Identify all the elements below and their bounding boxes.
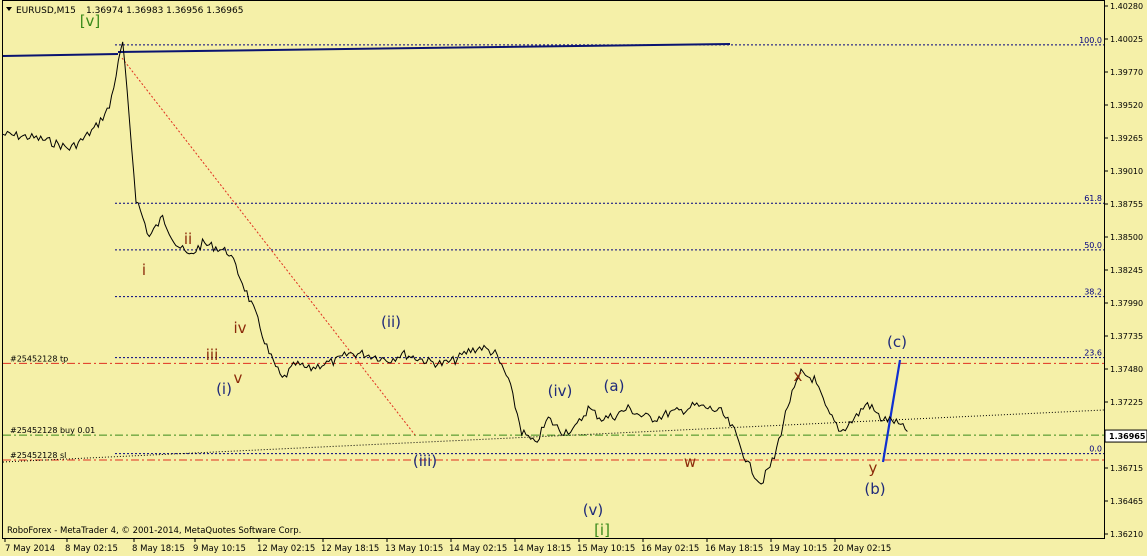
wave-label-4: iv [233, 319, 246, 337]
wave-label-6: (i) [216, 380, 232, 398]
time-tick-label-9: 15 May 10:15 [577, 544, 635, 554]
time-tick-label-3: 9 May 10:15 [193, 544, 246, 554]
symbol-header: EURUSD,M15 1.36974 1.36983 1.36956 1.369… [6, 6, 243, 16]
wave-label-13: w [684, 453, 696, 471]
order-label-2: #25452128 sl [10, 451, 66, 460]
price-tick-label-16: 1.36210 [1110, 530, 1143, 539]
fib-label-3: 38.2 [1084, 288, 1102, 297]
time-tick-label-11: 16 May 18:15 [705, 544, 763, 554]
order-label-1: #25452128 buy 0.01 [10, 426, 95, 435]
fib-label-4: 23.6 [1084, 349, 1102, 358]
price-tick-label-6: 1.38755 [1110, 200, 1143, 209]
time-tick-label-12: 19 May 10:15 [769, 544, 827, 554]
time-tick-label-10: 16 May 02:15 [641, 544, 699, 554]
price-tick-label-2: 1.39770 [1110, 68, 1143, 77]
price-tick-label-15: 1.36465 [1110, 497, 1143, 506]
wave-label-1: i [142, 261, 146, 279]
time-tick-label-2: 8 May 18:15 [132, 544, 185, 554]
time-tick-label-13: 20 May 02:15 [833, 544, 891, 554]
copyright-footer: RoboForex - MetaTrader 4, © 2001-2014, M… [7, 526, 301, 536]
price-tick-label-8: 1.38245 [1110, 266, 1143, 275]
price-tick-label-10: 1.37735 [1110, 332, 1143, 341]
time-tick-label-6: 13 May 10:15 [385, 544, 443, 554]
wave-label-5: v [234, 369, 243, 387]
wave-label-8: (iii) [413, 452, 437, 470]
time-tick-label-4: 12 May 02:15 [257, 544, 315, 554]
wave-label-2: ii [184, 230, 192, 248]
wave-label-3: iii [206, 346, 219, 364]
time-tick-label-1: 8 May 02:15 [65, 544, 118, 554]
price-tick-label-3: 1.39520 [1110, 101, 1143, 110]
chart-background [0, 0, 1147, 556]
price-tick-label-11: 1.37480 [1110, 365, 1143, 374]
fib-label-5: 0.0 [1089, 445, 1102, 454]
price-tick-label-1: 1.40025 [1110, 35, 1143, 44]
price-tick-label-4: 1.39265 [1110, 134, 1143, 143]
price-tick-label-14: 1.36715 [1110, 464, 1143, 473]
wave-label-7: (ii) [381, 313, 401, 331]
wave-label-11: [i] [594, 521, 610, 539]
wave-label-9: (iv) [548, 382, 573, 400]
price-tick-label-5: 1.39010 [1110, 167, 1143, 176]
fib-label-0: 100.0 [1079, 36, 1102, 45]
wave-label-14: x [794, 367, 803, 385]
time-tick-label-8: 14 May 18:15 [513, 544, 571, 554]
fib-label-1: 61.8 [1084, 194, 1102, 203]
symbol-title: EURUSD,M15 [16, 6, 76, 16]
price-tick-label-7: 1.38500 [1110, 233, 1143, 242]
wave-label-16: (b) [864, 480, 885, 498]
ohlc-values: 1.36974 1.36983 1.36956 1.36965 [86, 6, 243, 16]
order-label-0: #25452128 tp [10, 354, 68, 363]
price-tick-label-12: 1.37225 [1110, 398, 1143, 407]
time-tick-label-5: 12 May 18:15 [321, 544, 379, 554]
fib-label-2: 50.0 [1084, 241, 1102, 250]
wave-label-10: (v) [583, 501, 604, 519]
price-tick-label-9: 1.37990 [1110, 299, 1143, 308]
price-tick-label-0: 1.40280 [1110, 2, 1143, 11]
current-price-label: 1.36965 [1109, 432, 1146, 441]
wave-label-17: (c) [887, 333, 907, 351]
wave-label-12: (a) [604, 377, 625, 395]
time-tick-label-7: 14 May 02:15 [449, 544, 507, 554]
time-tick-label-0: 7 May 2014 [5, 544, 55, 554]
wave-label-15: y [869, 459, 878, 477]
price-chart[interactable]: 100.0 61.8 50.0 38.2 23.6 0.0 #25452128 tp #25… [0, 0, 1147, 556]
